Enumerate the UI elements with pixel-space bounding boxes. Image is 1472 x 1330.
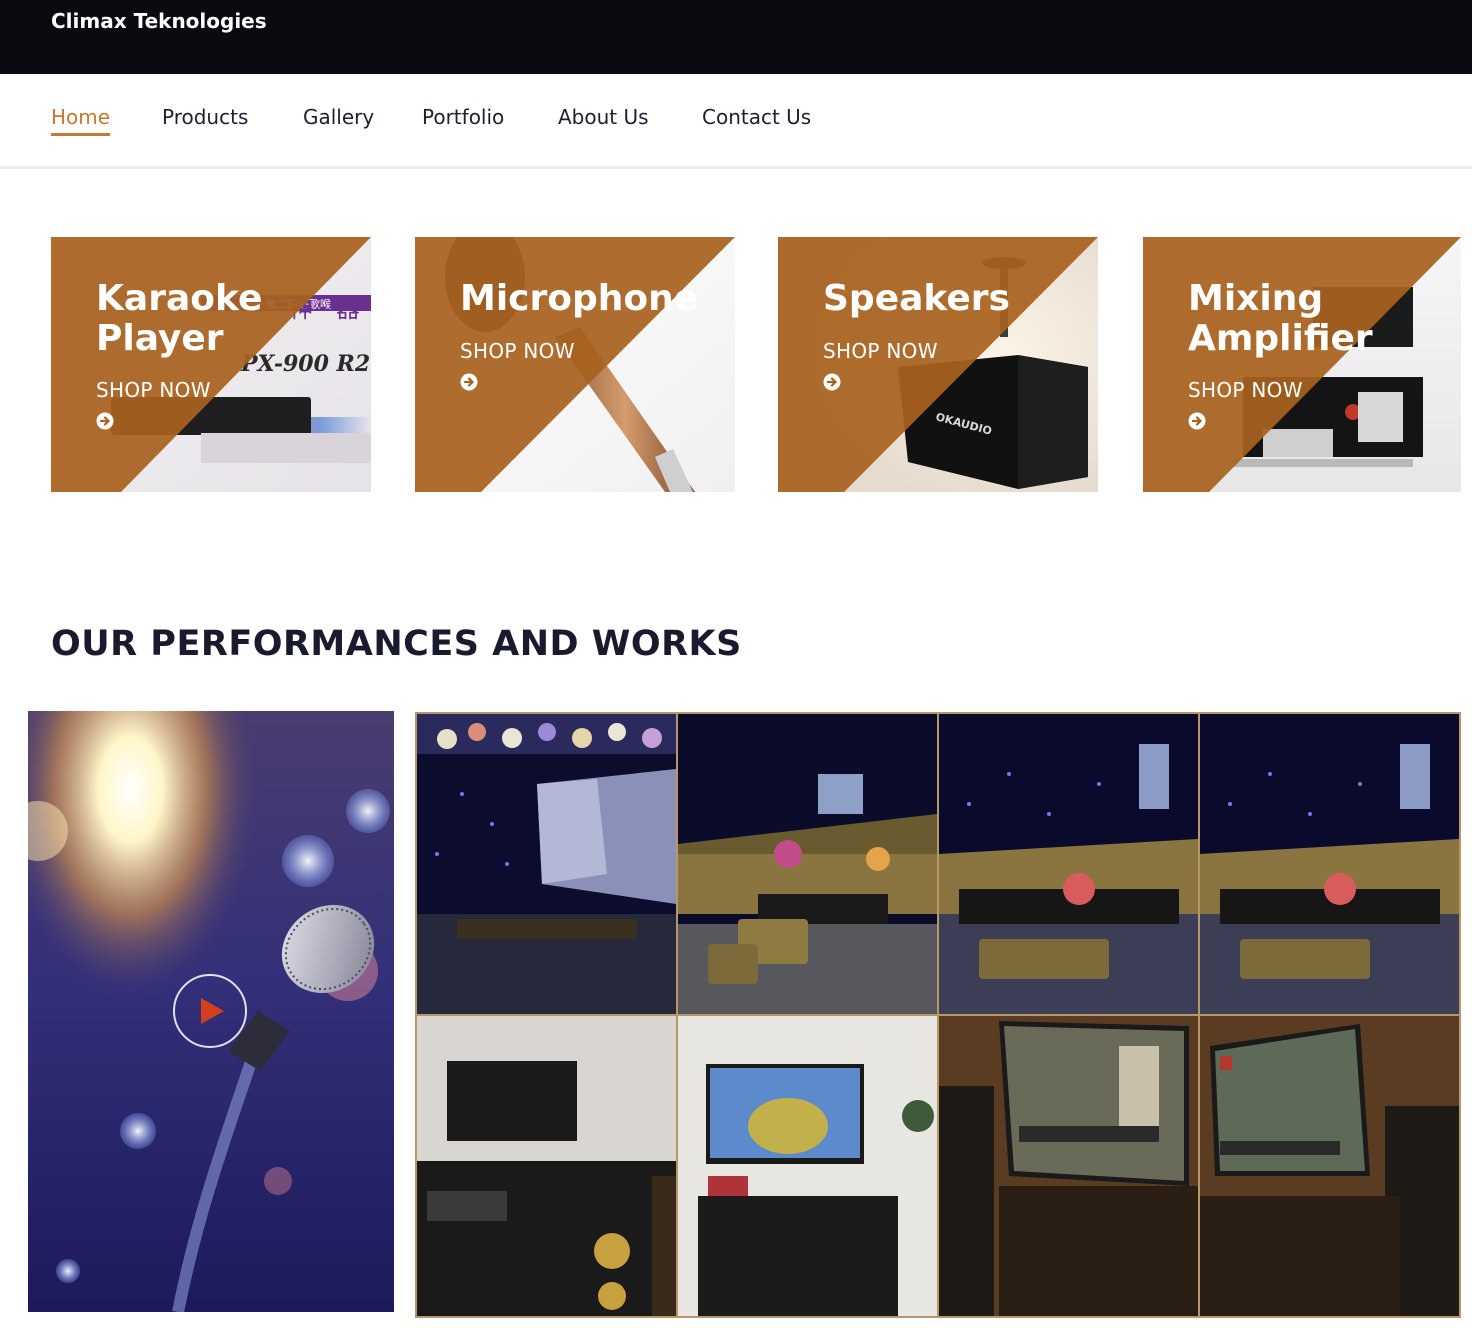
karaoke-player-image: 獨一無二的好歌喉 PX-900 R2 神 · 器 <box>51 237 371 492</box>
product-card-karaoke-player[interactable]: 獨一無二的好歌喉 PX-900 R2 神 · 器 Karaoke Player … <box>51 237 371 492</box>
gallery-image[interactable] <box>417 714 676 1014</box>
card-title: Speakers <box>823 278 1010 319</box>
gallery-image[interactable] <box>417 1016 676 1316</box>
product-card-mixing-amplifier[interactable]: Mixing Amplifier SHOP NOW <box>1143 237 1461 492</box>
product-cards: 獨一無二的好歌喉 PX-900 R2 神 · 器 Karaoke Player … <box>0 237 1472 493</box>
nav-item-about-us[interactable]: About Us <box>558 105 649 133</box>
mixing-amplifier-image <box>1143 237 1461 492</box>
main-nav: Home Products Gallery Portfolio About Us… <box>0 74 1472 169</box>
shop-now-link[interactable]: SHOP NOW <box>460 339 575 363</box>
circle-arrow-right-icon[interactable] <box>96 412 114 430</box>
speakers-image: OKAUDIO <box>778 237 1098 492</box>
gallery-image[interactable] <box>678 1016 937 1316</box>
nav-item-products[interactable]: Products <box>162 105 248 133</box>
works-gallery <box>415 712 1461 1318</box>
top-bar: Climax Teknologies <box>0 0 1472 74</box>
gallery-image[interactable] <box>939 1016 1198 1316</box>
gallery-image[interactable] <box>939 714 1198 1014</box>
gallery-image[interactable] <box>678 714 937 1014</box>
product-card-speakers[interactable]: OKAUDIO Speakers SHOP NOW <box>778 237 1098 492</box>
shop-now-link[interactable]: SHOP NOW <box>96 378 211 402</box>
circle-arrow-right-icon[interactable] <box>823 373 841 391</box>
card-title: Microphone <box>460 278 699 319</box>
shop-now-link[interactable]: SHOP NOW <box>1188 378 1303 402</box>
circle-arrow-right-icon[interactable] <box>460 373 478 391</box>
card-title: Karaoke Player <box>96 278 263 359</box>
nav-item-contact-us[interactable]: Contact Us <box>702 105 811 133</box>
card-title: Mixing Amplifier <box>1188 278 1373 359</box>
nav-item-portfolio[interactable]: Portfolio <box>422 105 504 133</box>
section-title: OUR PERFORMANCES AND WORKS <box>51 624 742 664</box>
product-card-microphone[interactable]: Microphone SHOP NOW <box>415 237 735 492</box>
shop-now-link[interactable]: SHOP NOW <box>823 339 938 363</box>
gallery-image[interactable] <box>1200 714 1459 1014</box>
brand-name[interactable]: Climax Teknologies <box>51 9 267 33</box>
circle-arrow-right-icon[interactable] <box>1188 412 1206 430</box>
play-icon[interactable] <box>172 973 248 1049</box>
nav-item-gallery[interactable]: Gallery <box>303 105 374 133</box>
nav-item-home[interactable]: Home <box>51 105 111 136</box>
gallery-image[interactable] <box>1200 1016 1459 1316</box>
microphone-image <box>415 237 735 492</box>
